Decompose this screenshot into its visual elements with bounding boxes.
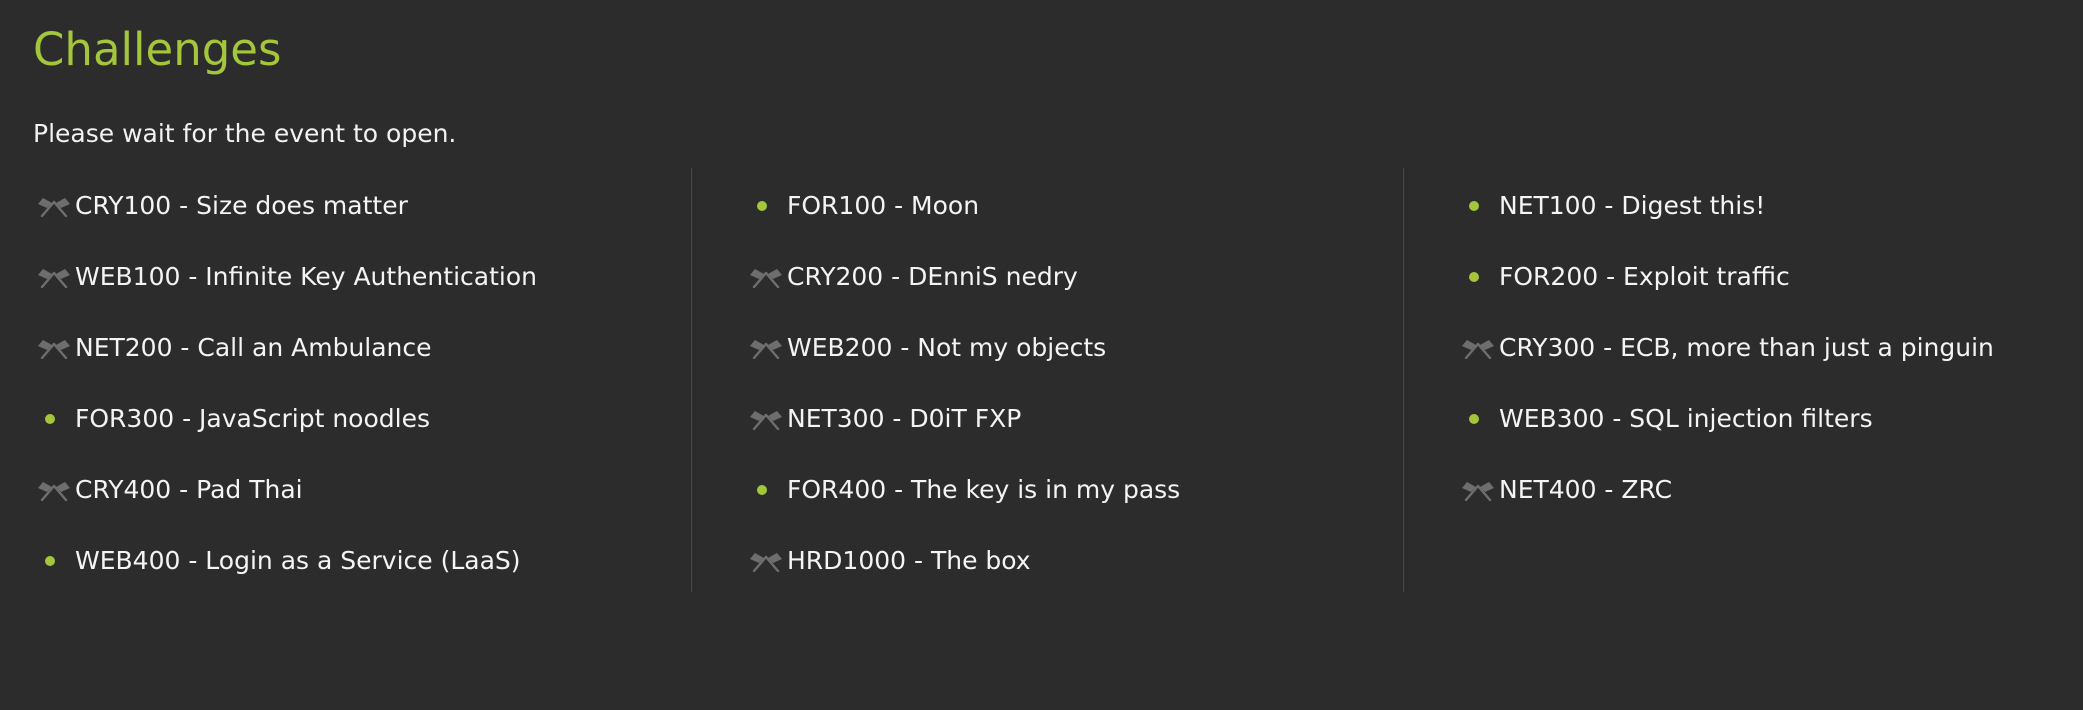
green-dot-icon	[33, 541, 75, 581]
green-dot-icon	[1457, 186, 1499, 226]
challenge-item[interactable]: WEB100 - Infinite Key Authentication	[33, 257, 537, 297]
challenge-column-1: CRY100 - Size does matter WEB100 - Infini…	[33, 168, 693, 592]
event-notice: Please wait for the event to open.	[33, 119, 457, 148]
challenge-label: CRY100 - Size does matter	[75, 191, 408, 220]
green-dot-icon	[1457, 399, 1499, 439]
challenge-label: HRD1000 - The box	[787, 546, 1031, 575]
crossed-flags-icon	[745, 541, 787, 581]
challenge-label: NET400 - ZRC	[1499, 475, 1673, 504]
challenge-label: WEB300 - SQL injection filters	[1499, 404, 1873, 433]
crossed-flags-icon	[745, 328, 787, 368]
green-dot-icon	[1457, 257, 1499, 297]
challenge-label: FOR100 - Moon	[787, 191, 980, 220]
challenge-label: CRY400 - Pad Thai	[75, 475, 303, 504]
challenge-item[interactable]: CRY300 - ECB, more than just a pinguin	[1457, 328, 1994, 368]
crossed-flags-icon	[33, 328, 75, 368]
challenge-label: NET300 - D0iT FXP	[787, 404, 1022, 433]
challenge-label: CRY200 - DEnniS nedry	[787, 262, 1078, 291]
challenge-label: FOR300 - JavaScript noodles	[75, 404, 430, 433]
challenge-label: NET100 - Digest this!	[1499, 191, 1766, 220]
crossed-flags-icon	[33, 186, 75, 226]
challenge-column-3: NET100 - Digest this! FOR200 - Exploit tr…	[1457, 168, 2083, 592]
challenge-item[interactable]: WEB200 - Not my objects	[745, 328, 1106, 368]
challenge-item[interactable]: CRY100 - Size does matter	[33, 186, 408, 226]
challenge-item[interactable]: FOR300 - JavaScript noodles	[33, 399, 430, 439]
challenge-label: FOR200 - Exploit traffic	[1499, 262, 1790, 291]
challenge-label: NET200 - Call an Ambulance	[75, 333, 432, 362]
challenges-page: Challenges Please wait for the event to …	[0, 0, 2083, 710]
challenge-label: FOR400 - The key is in my pass	[787, 475, 1181, 504]
green-dot-icon	[33, 399, 75, 439]
challenge-item[interactable]: FOR100 - Moon	[745, 186, 979, 226]
crossed-flags-icon	[1457, 470, 1499, 510]
crossed-flags-icon	[33, 470, 75, 510]
challenge-label: WEB400 - Login as a Service (LaaS)	[75, 546, 521, 575]
challenge-item[interactable]: FOR200 - Exploit traffic	[1457, 257, 1790, 297]
challenge-item[interactable]: NET200 - Call an Ambulance	[33, 328, 432, 368]
challenge-label: WEB200 - Not my objects	[787, 333, 1107, 362]
challenge-item[interactable]: WEB400 - Login as a Service (LaaS)	[33, 541, 521, 581]
crossed-flags-icon	[33, 257, 75, 297]
challenge-item[interactable]: NET100 - Digest this!	[1457, 186, 1765, 226]
page-title: Challenges	[33, 23, 282, 76]
green-dot-icon	[745, 470, 787, 510]
challenge-label: CRY300 - ECB, more than just a pinguin	[1499, 333, 1994, 362]
challenge-label: WEB100 - Infinite Key Authentication	[75, 262, 537, 291]
challenge-item[interactable]: HRD1000 - The box	[745, 541, 1031, 581]
crossed-flags-icon	[1457, 328, 1499, 368]
challenge-item[interactable]: CRY200 - DEnniS nedry	[745, 257, 1078, 297]
challenge-item[interactable]: NET400 - ZRC	[1457, 470, 1672, 510]
crossed-flags-icon	[745, 257, 787, 297]
crossed-flags-icon	[745, 399, 787, 439]
challenge-item[interactable]: NET300 - D0iT FXP	[745, 399, 1021, 439]
challenge-item[interactable]: WEB300 - SQL injection filters	[1457, 399, 1873, 439]
green-dot-icon	[745, 186, 787, 226]
challenge-item[interactable]: CRY400 - Pad Thai	[33, 470, 303, 510]
challenge-item[interactable]: FOR400 - The key is in my pass	[745, 470, 1180, 510]
challenge-column-2: FOR100 - Moon CRY200 - DEnniS nedry WEB200…	[745, 168, 1405, 592]
